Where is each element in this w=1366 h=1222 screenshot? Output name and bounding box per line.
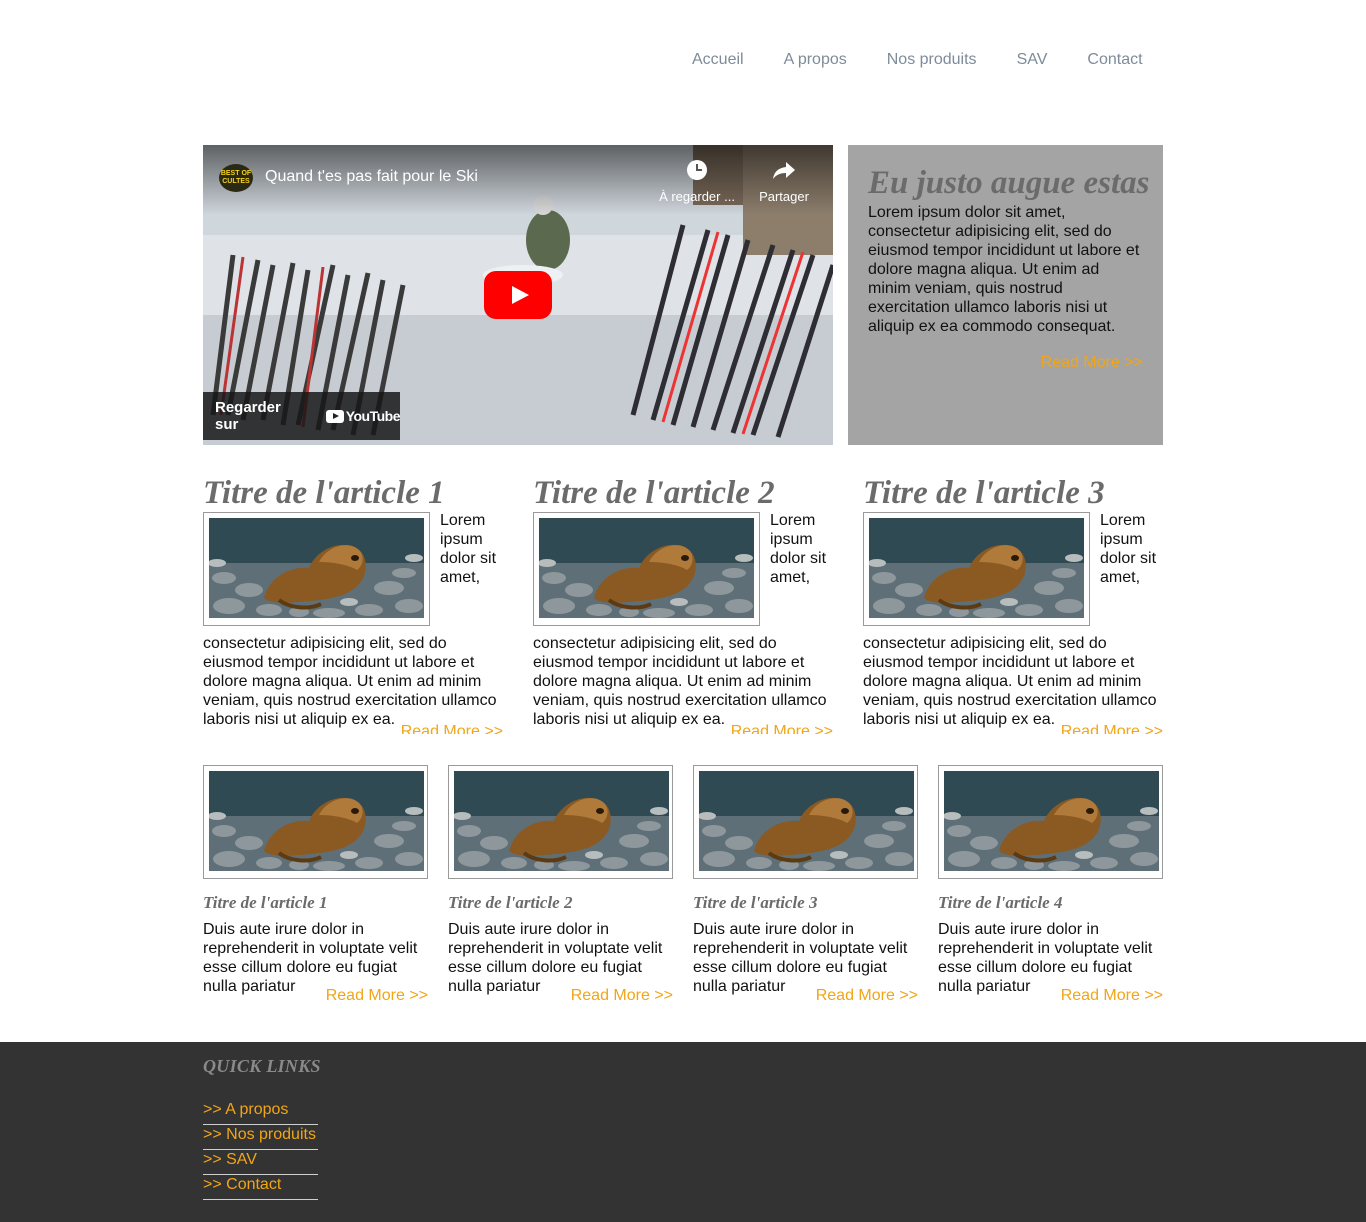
feature-read-more-link[interactable]: Read More >> (1041, 354, 1143, 372)
card-text: Duis aute irure dolor in reprehenderit i… (448, 921, 663, 995)
footer: QUICK LINKS >> A propos >> Nos produits … (0, 1042, 1366, 1222)
card-read-more-link[interactable]: Read More >> (1061, 987, 1163, 1005)
card-3: Titre de l'article 3 Duis aute irure dol… (693, 765, 918, 1010)
sea-lion-photo (869, 518, 1084, 618)
video-title[interactable]: Quand t'es pas fait pour le Ski (265, 168, 478, 186)
card-image[interactable] (693, 765, 918, 879)
quick-links-heading: QUICK LINKS (203, 1056, 321, 1076)
card-read-more-link[interactable]: Read More >> (326, 987, 428, 1005)
article-title[interactable]: Titre de l'article 1 (203, 475, 503, 511)
nav-sav[interactable]: SAV (997, 50, 1068, 70)
youtube-wordmark: YouTube (345, 408, 401, 424)
main-nav: Accueil A propos Nos produits SAV Contac… (672, 50, 1163, 70)
article-3: Titre de l'article 3 Lorem ipsum dolor s… (863, 475, 1163, 734)
card-1: Titre de l'article 1 Duis aute irure dol… (203, 765, 428, 1010)
card-image[interactable] (448, 765, 673, 879)
quick-link-contact[interactable]: >> Contact (203, 1176, 281, 1193)
quick-link-item: >> SAV (203, 1150, 318, 1175)
card-read-more-link[interactable]: Read More >> (816, 987, 918, 1005)
card-image[interactable] (203, 765, 428, 879)
feature-box: Eu justo augue estas Lorem ipsum dolor s… (848, 145, 1163, 445)
article-title[interactable]: Titre de l'article 3 (863, 475, 1163, 511)
watch-on-label: Regarder sur (215, 399, 281, 433)
watch-on-youtube-button[interactable]: Regarder sur YouTube (203, 392, 401, 440)
quick-link-a-propos[interactable]: >> A propos (203, 1101, 288, 1118)
quick-link-item: >> A propos (203, 1100, 318, 1125)
card-text: Duis aute irure dolor in reprehenderit i… (203, 921, 418, 995)
card-title[interactable]: Titre de l'article 3 (693, 893, 918, 913)
article-title[interactable]: Titre de l'article 2 (533, 475, 833, 511)
clock-icon (652, 157, 742, 183)
card-image[interactable] (938, 765, 1163, 879)
card-text: Duis aute irure dolor in reprehenderit i… (693, 921, 908, 995)
play-button[interactable] (484, 271, 552, 319)
sea-lion-photo (209, 771, 424, 871)
sea-lion-photo (454, 771, 669, 871)
sea-lion-photo (944, 771, 1159, 871)
article-read-more-link[interactable]: Read More >> (1061, 723, 1163, 734)
quick-links-list: >> A propos >> Nos produits >> SAV >> Co… (203, 1100, 318, 1200)
nav-contact[interactable]: Contact (1067, 50, 1162, 70)
feature-text: Lorem ipsum dolor sit amet, consectetur … (868, 204, 1140, 335)
channel-avatar[interactable]: BEST OF CULTES (219, 164, 253, 192)
video-embed[interactable]: BEST OF CULTES Quand t'es pas fait pour … (203, 145, 833, 445)
card-text: Duis aute irure dolor in reprehenderit i… (938, 921, 1153, 995)
youtube-logo: YouTube (325, 408, 401, 424)
sea-lion-photo (209, 518, 424, 618)
card-title[interactable]: Titre de l'article 2 (448, 893, 673, 913)
article-2: Titre de l'article 2 Lorem ipsum dolor s… (533, 475, 833, 734)
watch-later-button[interactable]: À regarder ... (652, 157, 742, 204)
article-read-more-link[interactable]: Read More >> (731, 723, 833, 734)
card-read-more-link[interactable]: Read More >> (571, 987, 673, 1005)
nav-nos-produits[interactable]: Nos produits (867, 50, 997, 70)
feature-title: Eu justo augue estas (868, 165, 1150, 201)
watch-later-label: À regarder ... (659, 189, 735, 204)
quick-link-sav[interactable]: >> SAV (203, 1151, 257, 1168)
share-icon (739, 157, 829, 183)
nav-a-propos[interactable]: A propos (764, 50, 867, 70)
card-title[interactable]: Titre de l'article 1 (203, 893, 428, 913)
card-2: Titre de l'article 2 Duis aute irure dol… (448, 765, 673, 1010)
article-image[interactable] (203, 512, 430, 626)
card-4: Titre de l'article 4 Duis aute irure dol… (938, 765, 1163, 1010)
youtube-play-icon (325, 409, 344, 423)
quick-link-item: >> Contact (203, 1175, 318, 1200)
share-label: Partager (759, 189, 809, 204)
share-button[interactable]: Partager (739, 157, 829, 204)
sea-lion-photo (699, 771, 914, 871)
quick-link-nos-produits[interactable]: >> Nos produits (203, 1126, 316, 1143)
quick-link-item: >> Nos produits (203, 1125, 318, 1150)
article-read-more-link[interactable]: Read More >> (401, 723, 503, 734)
sea-lion-photo (539, 518, 754, 618)
article-1: Titre de l'article 1 Lorem ipsum dolor s… (203, 475, 503, 734)
nav-accueil[interactable]: Accueil (672, 50, 764, 70)
article-image[interactable] (533, 512, 760, 626)
card-title[interactable]: Titre de l'article 4 (938, 893, 1163, 913)
article-image[interactable] (863, 512, 1090, 626)
